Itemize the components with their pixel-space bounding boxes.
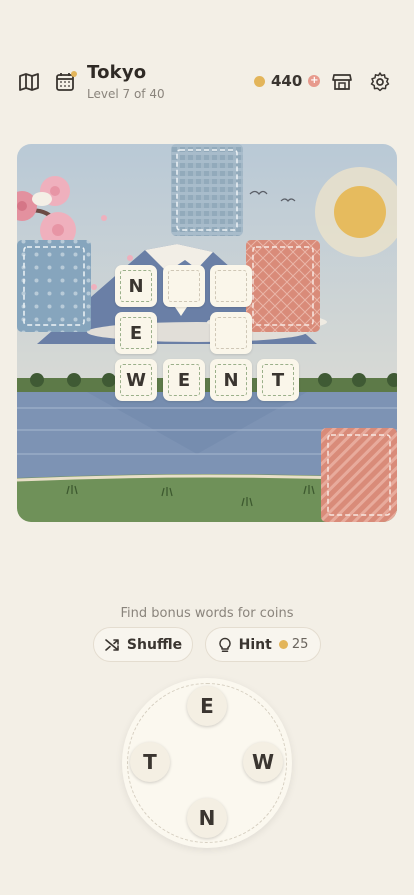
- grid-tile[interactable]: [210, 312, 252, 354]
- add-coins-icon[interactable]: +: [308, 75, 321, 87]
- page-title: Tokyo: [87, 62, 147, 83]
- wheel-letter[interactable]: E: [187, 686, 227, 726]
- tile-letter: W: [120, 364, 152, 396]
- wheel-letter[interactable]: N: [187, 798, 227, 838]
- header: Tokyo Level 7 of 40 440 +: [0, 0, 414, 130]
- grid-tile[interactable]: N: [115, 265, 157, 307]
- level-progress: Level 7 of 40: [87, 87, 165, 101]
- tile-letter: [215, 317, 247, 349]
- hint-cost: 25: [278, 637, 309, 652]
- title-block: Tokyo Level 7 of 40: [87, 62, 165, 101]
- grid-tile[interactable]: N: [210, 359, 252, 401]
- shop-icon[interactable]: [328, 68, 356, 96]
- letter-wheel[interactable]: E W N T: [122, 678, 292, 848]
- coin-icon: [254, 75, 265, 87]
- grid-tile[interactable]: E: [115, 312, 157, 354]
- hint-button[interactable]: Hint 25: [205, 627, 321, 662]
- pattern-card-blue-plaid: [171, 144, 243, 236]
- tile-letter: E: [168, 364, 200, 396]
- grid-tile[interactable]: T: [257, 359, 299, 401]
- lightbulb-icon: [218, 637, 231, 652]
- tile-letter: T: [262, 364, 294, 396]
- scene-illustration: [17, 144, 397, 522]
- hint-label: Hint: [238, 636, 272, 653]
- coin-balance[interactable]: 440 +: [254, 72, 321, 90]
- hint-cost-value: 25: [291, 637, 309, 652]
- grid-tile[interactable]: [163, 265, 205, 307]
- grid-tile[interactable]: E: [163, 359, 205, 401]
- pattern-card-blue-dots: [17, 240, 91, 332]
- grid-tile[interactable]: [210, 265, 252, 307]
- pattern-card-red-stripe: [321, 428, 397, 522]
- map-icon[interactable]: [15, 68, 43, 96]
- puzzle-board: N E W E N T: [17, 144, 397, 522]
- wheel-letter[interactable]: W: [243, 742, 283, 782]
- tile-letter: [215, 270, 247, 302]
- grid-tile[interactable]: W: [115, 359, 157, 401]
- shuffle-label: Shuffle: [126, 636, 183, 653]
- settings-gear-icon[interactable]: [366, 68, 394, 96]
- wheel-letter[interactable]: T: [130, 742, 170, 782]
- shuffle-button[interactable]: Shuffle: [93, 627, 193, 662]
- tile-letter: [168, 270, 200, 302]
- calendar-icon[interactable]: [52, 68, 80, 96]
- shuffle-icon: [105, 638, 119, 651]
- bonus-words-hint: Find bonus words for coins: [120, 606, 294, 621]
- tile-letter: E: [120, 317, 152, 349]
- tile-letter: N: [120, 270, 152, 302]
- coin-icon: [278, 640, 288, 649]
- tile-letter: N: [215, 364, 247, 396]
- coin-count: 440: [271, 72, 303, 90]
- pattern-card-red-diamond: [246, 240, 320, 332]
